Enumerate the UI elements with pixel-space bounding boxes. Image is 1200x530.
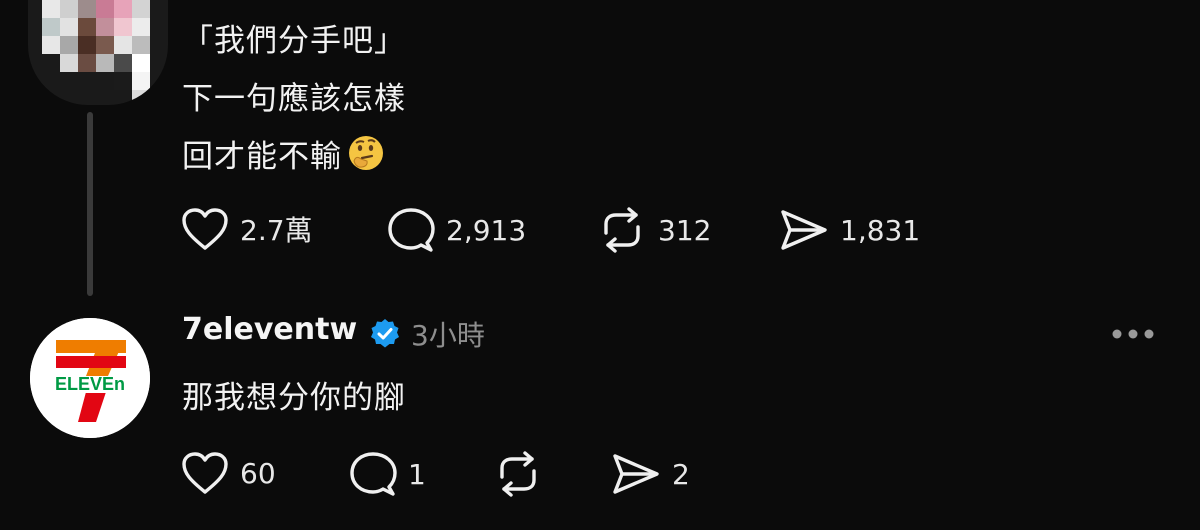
more-options-icon[interactable]	[1110, 326, 1156, 345]
repost-count: 312	[658, 213, 712, 247]
repost-button[interactable]: 312	[596, 206, 711, 254]
post-text: 「我們分手吧」 下一句應該怎樣 回才能不輸	[182, 12, 406, 186]
repost-icon	[604, 207, 640, 253]
thinking-face-emoji	[346, 133, 386, 173]
send-icon	[781, 210, 827, 250]
reply-comment-button[interactable]: 1	[348, 450, 426, 498]
send-icon	[613, 454, 659, 494]
heart-icon	[182, 208, 228, 250]
reply-like-count: 60	[240, 456, 276, 490]
avatar-blurred[interactable]	[28, 0, 168, 105]
comment-icon	[388, 208, 435, 252]
comment-count: 2,913	[446, 213, 527, 247]
username[interactable]: 7eleventw	[182, 312, 357, 347]
post-time: 3小時	[411, 319, 485, 352]
repost-icon	[500, 451, 536, 497]
verified-badge-icon	[368, 317, 402, 355]
like-button[interactable]: 2.7萬	[180, 206, 313, 252]
brand-text: ELEVEn	[55, 374, 125, 394]
comment-icon	[350, 452, 397, 496]
heart-icon	[182, 452, 228, 494]
share-count: 1,831	[840, 213, 921, 247]
like-count: 2.7萬	[240, 214, 313, 247]
seven-eleven-logo-icon: ELEVEn	[30, 318, 150, 438]
comment-button[interactable]: 2,913	[386, 206, 526, 254]
reply-share-button[interactable]: 2	[610, 450, 690, 498]
share-button[interactable]: 1,831	[778, 206, 920, 254]
avatar-7eleven[interactable]: ELEVEn	[30, 318, 150, 438]
post-line-1: 「我們分手吧」	[182, 23, 406, 59]
reply-like-button[interactable]: 60	[180, 450, 276, 496]
reply-text: 那我想分你的腳	[182, 380, 406, 416]
reply-comment-count: 1	[408, 457, 426, 491]
post-line-2: 下一句應該怎樣	[182, 81, 406, 117]
thread-line	[87, 112, 93, 296]
post-line-3: 回才能不輸	[182, 139, 342, 175]
reply-repost-button[interactable]	[492, 450, 544, 498]
reply-share-count: 2	[672, 457, 690, 491]
